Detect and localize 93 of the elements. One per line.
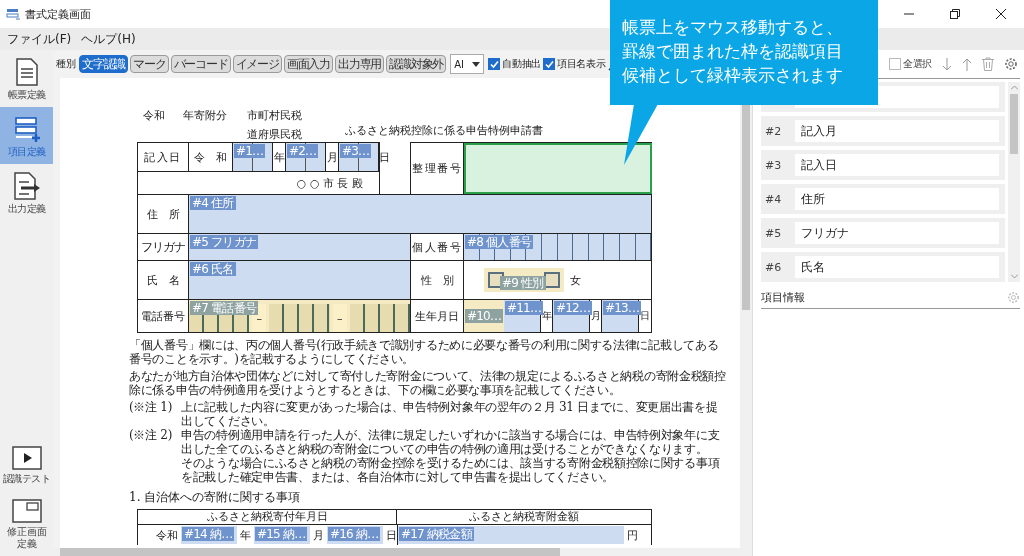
note-paragraph: 上に記載した内容に変更があった場合は、申告特例対象年の翌年の２月 31 日までに、変更届出書を提出してください。 [181,400,719,428]
callout-text: 帳票上をマウス移動すると、 [622,17,844,39]
item-name-field[interactable]: 住所 [795,188,999,210]
item-name-field[interactable]: フリガナ [795,222,999,244]
note-paragraph: あなたが地方自治体や団体などに対して寄付した寄附金について、法律の規定によるふるさと納税の寄附金税額控除に係る申告の特例適用を受けようとするときは、下の欄に必要な事項を記載してください。 [129,369,727,397]
trash-icon[interactable] [982,57,994,71]
menu-item[interactable]: ヘルプ(H) [76,30,141,48]
form-label: 日 [638,300,651,332]
document-text: 道府県民税 [247,127,303,142]
list-item[interactable]: #3 記入日 [761,150,1005,180]
note-paragraph: 「個人番号」欄には、丙の個人番号(行政手続きで識別するために必要な番号の利用に関する法律に記載してある番号のことを示す。)を記載するようにしてください。 [129,338,720,366]
type-label: 種別 [56,57,76,71]
checkbox-box[interactable] [543,58,556,70]
settings-icon[interactable] [1004,57,1018,71]
sidebar-item[interactable]: 帳票定義 [0,50,53,107]
settings-icon[interactable] [1007,290,1020,304]
check-icon [489,59,499,69]
form-label: 円 [627,527,638,543]
checkbox-label: 項目名表示 [557,57,606,71]
item-number: #2 [764,124,783,138]
sidebar-item[interactable]: 認識テスト [0,438,53,491]
check-icon [544,59,554,69]
list-item[interactable]: #4 住所 [761,184,1005,214]
document-title: ふるさと納税控除に係る申告特例申請書 [345,123,543,138]
form-label: 日 [379,149,390,166]
dash-text: – [332,304,347,332]
play-icon [11,446,42,470]
panel-title: 項目情報 [761,289,805,305]
minimize-icon [904,13,914,15]
callout-text: 罫線で囲まれた枠を認識項目 [622,41,844,63]
option-box [544,272,560,288]
list-item[interactable]: #6 氏名 [761,252,1005,282]
dropdown-caret-icon [472,61,481,67]
item-name-field[interactable]: 記入日 [795,154,999,176]
scroll-thumb[interactable] [60,548,560,556]
item-number: #5 [764,226,783,240]
sidebar-item[interactable]: 出力定義 [0,164,53,221]
list-item[interactable]: #5 フリガナ [761,218,1005,248]
engine-select[interactable]: AI [450,54,485,74]
section-heading: 1. 自治体への寄附に関する事項 [129,489,302,506]
note-paragraph: そのような場合にふるさと納税の寄附金控除を受けるためには、該当する寄附金税額控除に関する事項を記載した確定申告書、または、各自治体市に対して申告書を提出してください。 [181,456,721,484]
form-label: 月 [313,527,324,543]
checkbox-box[interactable] [488,58,501,70]
sidebar-item[interactable]: 修正画面定義 [0,491,53,556]
type-button[interactable]: 文字認識 [79,55,129,73]
item-number: #4 [764,192,783,206]
form-label: 女 [570,272,581,288]
column-header: ふるさと納税寄附金額 [468,510,580,524]
type-button[interactable]: マーク [130,55,169,73]
note-mark: (※注 1) [129,400,172,414]
type-button[interactable]: 出力専用 [335,55,385,73]
type-button[interactable]: 認識対象外 [386,55,447,73]
document-text: 市町村民税 [247,108,303,123]
checkbox[interactable]: 項目名表示 [543,57,606,71]
form-label: 年 [240,527,251,543]
type-button[interactable]: 画面入力 [283,55,334,73]
checkbox-label: 全選択 [902,57,932,71]
item-name-field[interactable]: 氏名 [795,256,999,278]
scrollbar[interactable] [1008,82,1020,282]
form-label: 記入日 [138,143,189,171]
document-arrow-icon [12,172,41,200]
column-header: ふるさと納税寄付年月日 [138,510,397,524]
list-add-icon [12,115,41,143]
app-icon [6,8,20,20]
window-icon [11,499,42,523]
arrow-down-icon[interactable] [942,57,952,71]
form-label: 令和 [156,527,178,543]
close-icon [996,9,1006,19]
scroll-down-icon[interactable] [1010,274,1018,279]
restore-icon [950,9,960,19]
form-label: 日 [386,527,397,543]
form-label: 性 別 [411,261,464,299]
document-text: 令和 [143,108,166,123]
type-button[interactable]: バーコード [170,55,231,73]
checkbox[interactable]: 自動抽出 [488,57,542,71]
scroll-thumb[interactable] [1010,94,1018,154]
item-number: #6 [764,260,783,274]
type-button[interactable]: イメージ [232,55,282,73]
menu-item[interactable]: ファイル(F) [2,30,77,48]
callout-text: 候補として緑枠表示されます [622,65,844,87]
item-number: #3 [764,158,783,172]
document-icon [14,58,39,86]
arrow-up-icon[interactable] [962,57,972,71]
checkbox-box[interactable] [888,58,901,70]
document-text: 年寄附分 [183,108,228,123]
list-item[interactable]: #2 記入月 [761,116,1005,146]
document-text: ○ ○ 市 長 殿 [296,175,363,191]
checkbox-label: 自動抽出 [502,57,542,71]
scroll-up-icon[interactable] [1010,85,1018,90]
note-mark: (※注 2) [129,428,172,442]
note-paragraph: 申告の特例適用申請を行った人が、法律に規定したいずれかに該当する場合には、申告特例対象年に支出した全てのふるさと納税の寄附金についての申告の特例の適用は受けることができなくなります。 [181,428,721,456]
item-name-field[interactable]: 記入月 [795,120,999,142]
window-title: 書式定義画面 [25,6,91,22]
